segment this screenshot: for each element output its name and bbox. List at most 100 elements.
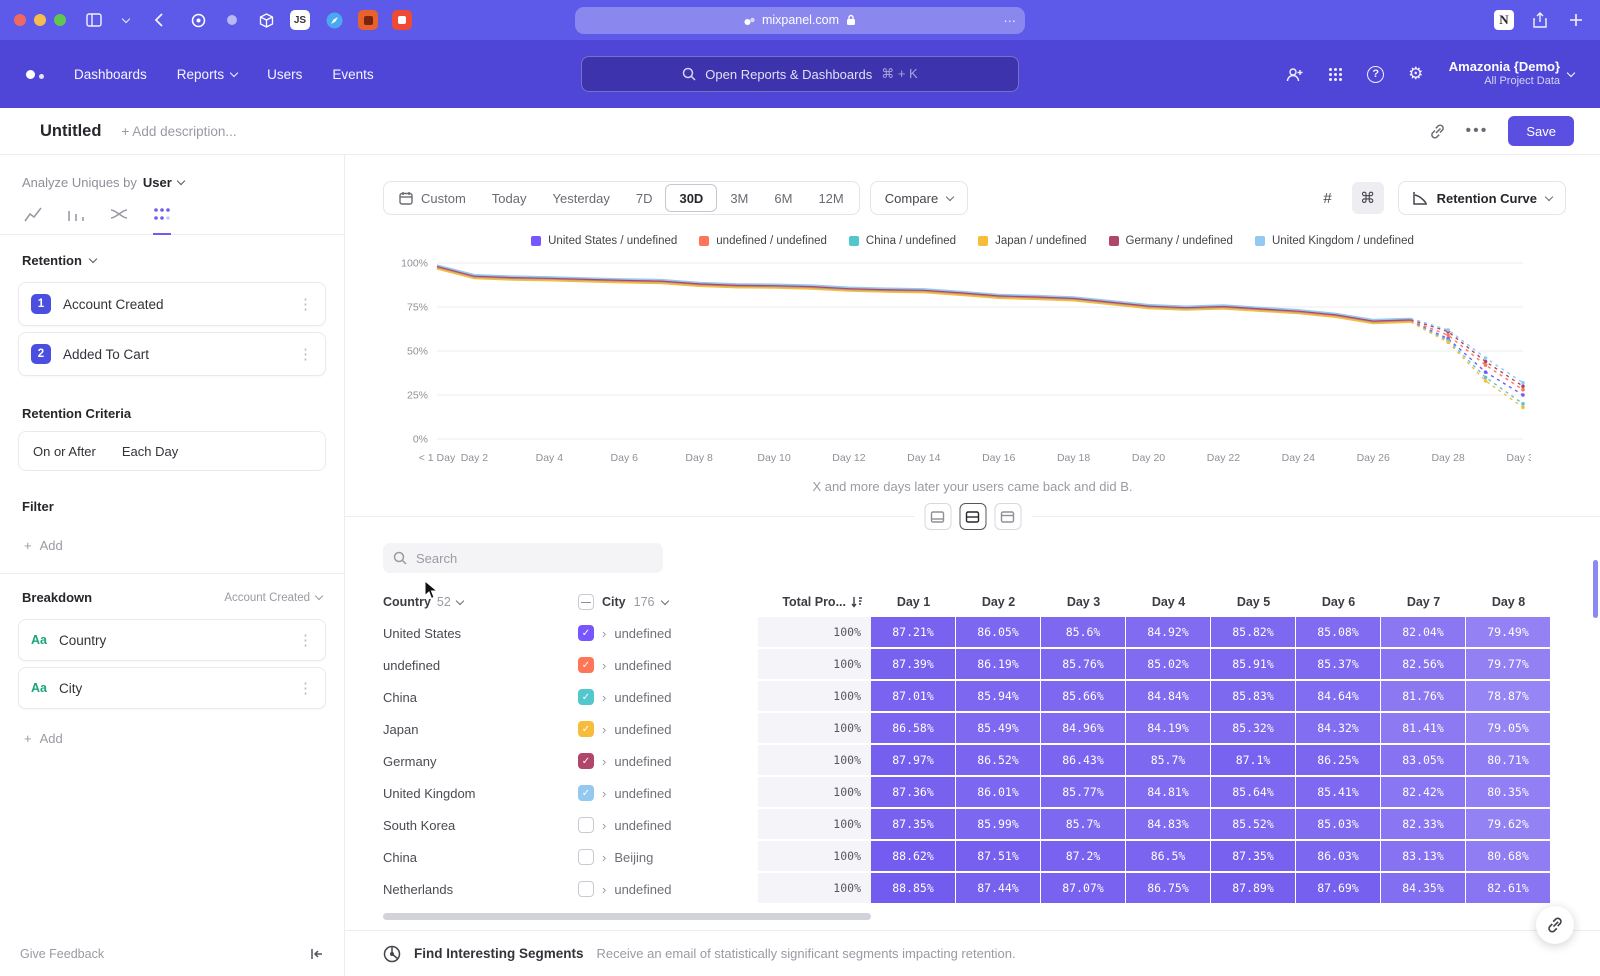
sidebar-toggle-icon[interactable] <box>84 10 104 30</box>
cell-day-8[interactable]: 79.49% <box>1466 617 1551 649</box>
column-header-country[interactable]: Country 52 <box>383 595 578 609</box>
cell-day-5[interactable]: 85.52% <box>1211 809 1296 841</box>
cell-day-2[interactable]: 87.51% <box>956 841 1041 873</box>
step-event-name[interactable]: Added To Cart <box>63 347 149 362</box>
step-event-name[interactable]: Account Created <box>63 297 164 312</box>
retention-criteria-card[interactable]: On or After Each Day <box>18 431 326 471</box>
column-header-day-7[interactable]: Day 7 <box>1381 595 1466 609</box>
cell-day-4[interactable]: 85.7% <box>1126 745 1211 777</box>
legend-item[interactable]: Japan / undefined <box>978 235 1086 247</box>
cell-day-1[interactable]: 87.39% <box>871 649 956 681</box>
cell-day-4[interactable]: 85.02% <box>1126 649 1211 681</box>
reader-options-icon[interactable]: ⋯ <box>1004 13 1018 28</box>
cell-day-8[interactable]: 78.87% <box>1466 681 1551 713</box>
cell-day-4[interactable]: 84.83% <box>1126 809 1211 841</box>
cell-day-1[interactable]: 86.58% <box>871 713 956 745</box>
project-switcher[interactable]: Amazonia {Demo} All Project Data <box>1449 59 1574 89</box>
expand-row-icon[interactable]: › <box>602 626 606 641</box>
address-bar[interactable]: mixpanel.com ⋯ <box>575 7 1025 34</box>
breakdown-add-button[interactable]: + Add <box>0 715 344 762</box>
help-icon[interactable]: ? <box>1365 63 1387 85</box>
date-range-yesterday[interactable]: Yesterday <box>540 184 623 212</box>
cell-day-7[interactable]: 82.42% <box>1381 777 1466 809</box>
legend-item[interactable]: United Kingdom / undefined <box>1255 235 1414 247</box>
row-checkbox[interactable]: ✓ <box>578 657 594 673</box>
save-button[interactable]: Save <box>1508 116 1574 146</box>
breakdown-property-name[interactable]: City <box>59 681 82 696</box>
expand-row-icon[interactable]: › <box>602 690 606 705</box>
cell-day-4[interactable]: 84.81% <box>1126 777 1211 809</box>
cell-day-3[interactable]: 84.96% <box>1041 713 1126 745</box>
cell-day-8[interactable]: 80.35% <box>1466 777 1551 809</box>
settings-gear-icon[interactable]: ⚙ <box>1405 63 1427 85</box>
cell-day-1[interactable]: 88.62% <box>871 841 956 873</box>
column-header-total[interactable]: Total Pro... <box>758 595 871 609</box>
tab-flows-icon[interactable] <box>110 206 128 234</box>
cell-day-5[interactable]: 85.91% <box>1211 649 1296 681</box>
expand-row-icon[interactable]: › <box>602 882 606 897</box>
cell-day-8[interactable]: 79.05% <box>1466 713 1551 745</box>
cell-day-8[interactable]: 80.71% <box>1466 745 1551 777</box>
cell-day-7[interactable]: 82.04% <box>1381 617 1466 649</box>
tab-favicon-target-icon[interactable] <box>188 10 208 30</box>
cell-day-5[interactable]: 85.83% <box>1211 681 1296 713</box>
column-header-city[interactable]: — City 176 <box>578 594 758 610</box>
report-title[interactable]: Untitled <box>40 122 101 141</box>
notion-extension-icon[interactable]: N <box>1494 10 1514 30</box>
step-card-account-created[interactable]: 1 Account Created ⋮ <box>18 282 326 326</box>
expand-row-icon[interactable]: › <box>602 818 606 833</box>
column-header-day-3[interactable]: Day 3 <box>1041 595 1126 609</box>
nav-events[interactable]: Events <box>332 67 373 82</box>
kebab-menu-icon[interactable]: ⋮ <box>298 631 313 649</box>
row-checkbox[interactable]: ✓ <box>578 625 594 641</box>
apps-grid-icon[interactable] <box>1325 63 1347 85</box>
cell-day-7[interactable]: 84.35% <box>1381 873 1466 905</box>
cell-day-5[interactable]: 87.89% <box>1211 873 1296 905</box>
row-checkbox[interactable]: ✓ <box>578 785 594 801</box>
date-range-custom[interactable]: Custom <box>386 184 479 212</box>
column-header-day-4[interactable]: Day 4 <box>1126 595 1211 609</box>
date-range-today[interactable]: Today <box>479 184 540 212</box>
legend-item[interactable]: undefined / undefined <box>699 235 827 247</box>
column-header-day-6[interactable]: Day 6 <box>1296 595 1381 609</box>
cell-day-8[interactable]: 79.77% <box>1466 649 1551 681</box>
criteria-condition[interactable]: On or After <box>33 444 96 459</box>
view-toggle-chart-icon[interactable] <box>924 503 951 530</box>
cell-day-2[interactable]: 85.49% <box>956 713 1041 745</box>
segments-title[interactable]: Find Interesting Segments <box>414 946 584 961</box>
filter-add-button[interactable]: + Add <box>0 522 344 569</box>
tab-insights-icon[interactable] <box>24 206 42 234</box>
date-range-30d[interactable]: 30D <box>665 184 717 212</box>
cell-day-6[interactable]: 87.69% <box>1296 873 1381 905</box>
cell-day-4[interactable]: 86.5% <box>1126 841 1211 873</box>
cell-day-7[interactable]: 82.56% <box>1381 649 1466 681</box>
kebab-menu-icon[interactable]: ⋮ <box>298 345 313 363</box>
global-search-input[interactable]: Open Reports & Dashboards ⌘ + K <box>581 56 1019 92</box>
column-header-day-1[interactable]: Day 1 <box>871 595 956 609</box>
cell-day-1[interactable]: 87.35% <box>871 809 956 841</box>
expand-row-icon[interactable]: › <box>602 786 606 801</box>
tab-favicon-safari-icon[interactable] <box>324 10 344 30</box>
row-checkbox[interactable]: ✓ <box>578 721 594 737</box>
legend-item[interactable]: China / undefined <box>849 235 956 247</box>
expand-row-icon[interactable]: › <box>602 658 606 673</box>
cell-day-8[interactable]: 79.62% <box>1466 809 1551 841</box>
view-toggle-split-icon[interactable] <box>959 503 986 530</box>
copy-link-icon[interactable] <box>1429 123 1446 140</box>
cell-day-7[interactable]: 81.41% <box>1381 713 1466 745</box>
vertical-scrollbar-thumb[interactable] <box>1593 560 1598 618</box>
row-checkbox[interactable] <box>578 849 594 865</box>
analyze-entity-selector[interactable]: User <box>143 175 172 190</box>
back-icon[interactable] <box>148 10 168 30</box>
cell-day-7[interactable]: 82.33% <box>1381 809 1466 841</box>
keyboard-shortcuts-icon[interactable]: ⌘ <box>1352 182 1384 214</box>
more-options-icon[interactable]: ••• <box>1466 122 1489 140</box>
nav-dashboards[interactable]: Dashboards <box>74 67 147 82</box>
cell-day-8[interactable]: 82.61% <box>1466 873 1551 905</box>
chart-type-selector[interactable]: Retention Curve <box>1398 181 1566 215</box>
give-feedback-link[interactable]: Give Feedback <box>20 947 104 961</box>
cell-day-6[interactable]: 85.03% <box>1296 809 1381 841</box>
cell-day-1[interactable]: 88.85% <box>871 873 956 905</box>
breakdown-property-name[interactable]: Country <box>59 633 106 648</box>
collapse-sidebar-icon[interactable] <box>310 948 324 960</box>
